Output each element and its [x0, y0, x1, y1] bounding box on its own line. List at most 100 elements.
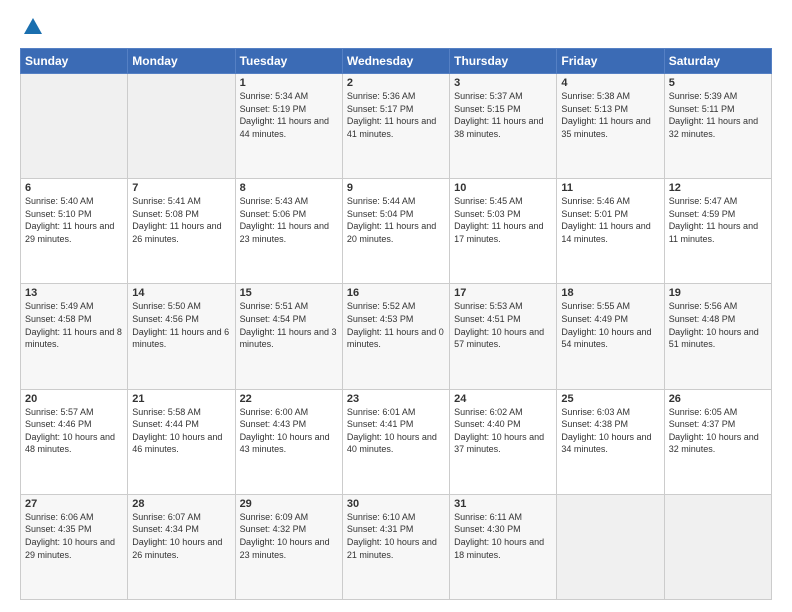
calendar-header-thursday: Thursday	[450, 49, 557, 74]
calendar-cell: 29Sunrise: 6:09 AM Sunset: 4:32 PM Dayli…	[235, 494, 342, 599]
calendar-cell: 18Sunrise: 5:55 AM Sunset: 4:49 PM Dayli…	[557, 284, 664, 389]
day-number: 22	[240, 393, 338, 405]
day-info: Sunrise: 5:39 AM Sunset: 5:11 PM Dayligh…	[669, 90, 767, 140]
calendar-cell: 14Sunrise: 5:50 AM Sunset: 4:56 PM Dayli…	[128, 284, 235, 389]
day-number: 23	[347, 393, 445, 405]
calendar-cell: 11Sunrise: 5:46 AM Sunset: 5:01 PM Dayli…	[557, 179, 664, 284]
day-number: 11	[561, 182, 659, 194]
day-number: 9	[347, 182, 445, 194]
calendar-cell: 12Sunrise: 5:47 AM Sunset: 4:59 PM Dayli…	[664, 179, 771, 284]
calendar-cell: 16Sunrise: 5:52 AM Sunset: 4:53 PM Dayli…	[342, 284, 449, 389]
calendar-cell: 24Sunrise: 6:02 AM Sunset: 4:40 PM Dayli…	[450, 389, 557, 494]
day-number: 26	[669, 393, 767, 405]
day-info: Sunrise: 5:40 AM Sunset: 5:10 PM Dayligh…	[25, 195, 123, 245]
calendar-cell: 27Sunrise: 6:06 AM Sunset: 4:35 PM Dayli…	[21, 494, 128, 599]
day-number: 30	[347, 498, 445, 510]
day-number: 7	[132, 182, 230, 194]
day-number: 3	[454, 77, 552, 89]
day-info: Sunrise: 5:37 AM Sunset: 5:15 PM Dayligh…	[454, 90, 552, 140]
day-info: Sunrise: 5:43 AM Sunset: 5:06 PM Dayligh…	[240, 195, 338, 245]
calendar-header-monday: Monday	[128, 49, 235, 74]
calendar-cell: 5Sunrise: 5:39 AM Sunset: 5:11 PM Daylig…	[664, 74, 771, 179]
logo-icon	[22, 16, 44, 38]
calendar-cell: 25Sunrise: 6:03 AM Sunset: 4:38 PM Dayli…	[557, 389, 664, 494]
day-number: 19	[669, 287, 767, 299]
day-info: Sunrise: 5:58 AM Sunset: 4:44 PM Dayligh…	[132, 406, 230, 456]
calendar-week-3: 13Sunrise: 5:49 AM Sunset: 4:58 PM Dayli…	[21, 284, 772, 389]
day-number: 1	[240, 77, 338, 89]
calendar-cell: 17Sunrise: 5:53 AM Sunset: 4:51 PM Dayli…	[450, 284, 557, 389]
day-info: Sunrise: 6:07 AM Sunset: 4:34 PM Dayligh…	[132, 511, 230, 561]
day-info: Sunrise: 5:53 AM Sunset: 4:51 PM Dayligh…	[454, 300, 552, 350]
calendar-cell: 6Sunrise: 5:40 AM Sunset: 5:10 PM Daylig…	[21, 179, 128, 284]
day-number: 15	[240, 287, 338, 299]
logo	[20, 16, 44, 38]
day-number: 20	[25, 393, 123, 405]
calendar-header-tuesday: Tuesday	[235, 49, 342, 74]
calendar-cell: 15Sunrise: 5:51 AM Sunset: 4:54 PM Dayli…	[235, 284, 342, 389]
calendar-cell	[21, 74, 128, 179]
day-info: Sunrise: 5:34 AM Sunset: 5:19 PM Dayligh…	[240, 90, 338, 140]
day-info: Sunrise: 5:47 AM Sunset: 4:59 PM Dayligh…	[669, 195, 767, 245]
calendar-cell: 13Sunrise: 5:49 AM Sunset: 4:58 PM Dayli…	[21, 284, 128, 389]
day-info: Sunrise: 5:52 AM Sunset: 4:53 PM Dayligh…	[347, 300, 445, 350]
calendar-cell: 28Sunrise: 6:07 AM Sunset: 4:34 PM Dayli…	[128, 494, 235, 599]
calendar-header-wednesday: Wednesday	[342, 49, 449, 74]
calendar-cell: 19Sunrise: 5:56 AM Sunset: 4:48 PM Dayli…	[664, 284, 771, 389]
day-info: Sunrise: 5:50 AM Sunset: 4:56 PM Dayligh…	[132, 300, 230, 350]
calendar-cell: 20Sunrise: 5:57 AM Sunset: 4:46 PM Dayli…	[21, 389, 128, 494]
day-number: 16	[347, 287, 445, 299]
calendar-cell: 9Sunrise: 5:44 AM Sunset: 5:04 PM Daylig…	[342, 179, 449, 284]
calendar-cell: 3Sunrise: 5:37 AM Sunset: 5:15 PM Daylig…	[450, 74, 557, 179]
day-info: Sunrise: 6:05 AM Sunset: 4:37 PM Dayligh…	[669, 406, 767, 456]
calendar-cell: 1Sunrise: 5:34 AM Sunset: 5:19 PM Daylig…	[235, 74, 342, 179]
calendar-header-friday: Friday	[557, 49, 664, 74]
day-info: Sunrise: 6:02 AM Sunset: 4:40 PM Dayligh…	[454, 406, 552, 456]
calendar-cell: 26Sunrise: 6:05 AM Sunset: 4:37 PM Dayli…	[664, 389, 771, 494]
day-number: 21	[132, 393, 230, 405]
day-info: Sunrise: 5:55 AM Sunset: 4:49 PM Dayligh…	[561, 300, 659, 350]
day-info: Sunrise: 5:44 AM Sunset: 5:04 PM Dayligh…	[347, 195, 445, 245]
calendar-cell: 7Sunrise: 5:41 AM Sunset: 5:08 PM Daylig…	[128, 179, 235, 284]
calendar-table: SundayMondayTuesdayWednesdayThursdayFrid…	[20, 48, 772, 600]
day-number: 29	[240, 498, 338, 510]
day-number: 13	[25, 287, 123, 299]
day-number: 28	[132, 498, 230, 510]
day-number: 6	[25, 182, 123, 194]
calendar-cell	[664, 494, 771, 599]
day-number: 24	[454, 393, 552, 405]
calendar-header-saturday: Saturday	[664, 49, 771, 74]
calendar-cell: 8Sunrise: 5:43 AM Sunset: 5:06 PM Daylig…	[235, 179, 342, 284]
calendar-week-1: 1Sunrise: 5:34 AM Sunset: 5:19 PM Daylig…	[21, 74, 772, 179]
calendar-cell: 2Sunrise: 5:36 AM Sunset: 5:17 PM Daylig…	[342, 74, 449, 179]
day-info: Sunrise: 6:00 AM Sunset: 4:43 PM Dayligh…	[240, 406, 338, 456]
day-info: Sunrise: 6:06 AM Sunset: 4:35 PM Dayligh…	[25, 511, 123, 561]
day-number: 2	[347, 77, 445, 89]
calendar-cell	[128, 74, 235, 179]
day-info: Sunrise: 5:51 AM Sunset: 4:54 PM Dayligh…	[240, 300, 338, 350]
calendar-week-4: 20Sunrise: 5:57 AM Sunset: 4:46 PM Dayli…	[21, 389, 772, 494]
calendar-cell: 30Sunrise: 6:10 AM Sunset: 4:31 PM Dayli…	[342, 494, 449, 599]
day-info: Sunrise: 5:36 AM Sunset: 5:17 PM Dayligh…	[347, 90, 445, 140]
day-info: Sunrise: 5:57 AM Sunset: 4:46 PM Dayligh…	[25, 406, 123, 456]
page: SundayMondayTuesdayWednesdayThursdayFrid…	[0, 0, 792, 612]
calendar-header-row: SundayMondayTuesdayWednesdayThursdayFrid…	[21, 49, 772, 74]
calendar-cell: 21Sunrise: 5:58 AM Sunset: 4:44 PM Dayli…	[128, 389, 235, 494]
day-info: Sunrise: 5:41 AM Sunset: 5:08 PM Dayligh…	[132, 195, 230, 245]
calendar-header-sunday: Sunday	[21, 49, 128, 74]
day-number: 18	[561, 287, 659, 299]
day-number: 8	[240, 182, 338, 194]
calendar-week-2: 6Sunrise: 5:40 AM Sunset: 5:10 PM Daylig…	[21, 179, 772, 284]
day-info: Sunrise: 6:09 AM Sunset: 4:32 PM Dayligh…	[240, 511, 338, 561]
day-info: Sunrise: 5:46 AM Sunset: 5:01 PM Dayligh…	[561, 195, 659, 245]
calendar-cell: 22Sunrise: 6:00 AM Sunset: 4:43 PM Dayli…	[235, 389, 342, 494]
day-number: 10	[454, 182, 552, 194]
day-number: 5	[669, 77, 767, 89]
day-info: Sunrise: 5:49 AM Sunset: 4:58 PM Dayligh…	[25, 300, 123, 350]
day-info: Sunrise: 6:01 AM Sunset: 4:41 PM Dayligh…	[347, 406, 445, 456]
calendar-cell	[557, 494, 664, 599]
day-number: 27	[25, 498, 123, 510]
calendar-cell: 4Sunrise: 5:38 AM Sunset: 5:13 PM Daylig…	[557, 74, 664, 179]
day-info: Sunrise: 5:56 AM Sunset: 4:48 PM Dayligh…	[669, 300, 767, 350]
day-number: 14	[132, 287, 230, 299]
